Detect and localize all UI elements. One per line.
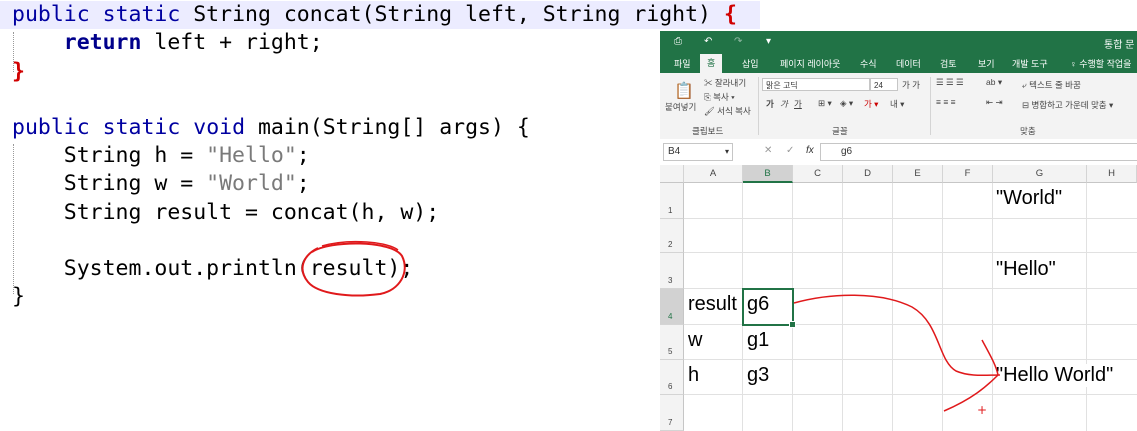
code-line-7: String w = "World"; [63,171,310,196]
row-header-6[interactable]: 6 [660,360,684,395]
save-icon[interactable]: ⎙ [674,36,682,47]
indent-icon[interactable]: ⇤ ⇥ [986,97,1003,108]
ribbon-tabs: 파일 홈 삽입 페이지 레이아웃 수식 데이터 검토 보기 개발 도구 ♀ 수행… [660,53,1137,73]
cell-a6[interactable]: h [688,364,699,387]
formula-bar: B4 ▾ ✕ ✓ fx g6 [660,139,1137,166]
row-header-3[interactable]: 3 [660,253,684,289]
excel-title-bar: ⎙ ↶ ↷ ▾ 통합 문 [660,31,1137,53]
column-header-a[interactable]: A [684,165,743,183]
copy-button[interactable]: ⎘ 복사 ▾ [704,91,735,103]
column-header-b[interactable]: B [743,165,793,183]
phonetic-icon[interactable]: 내 ▾ [890,98,904,110]
worksheet-grid[interactable]: A B C D E F G H 1 2 3 4 5 6 7 "World" "H… [660,165,1137,431]
italic-button[interactable]: 가 [780,98,788,110]
merge-center-button[interactable]: ⊟ 병합하고 가운데 맞춤 ▾ [1022,99,1113,111]
row-header-5[interactable]: 5 [660,325,684,360]
formula-enter-icon[interactable]: ✓ [786,145,794,156]
clipboard-group-label: 클립보드 [692,126,724,136]
orientation-icon[interactable]: ab ▾ [986,77,1002,88]
code-line-2: return left + right; [63,30,323,55]
row-header-4[interactable]: 4 [660,289,684,325]
column-header-e[interactable]: E [893,165,943,183]
ribbon-home: 📋 붙여넣기 ✂ 잘라내기 ⎘ 복사 ▾ 🖌 서식 복사 클립보드 맑은 고딕 … [660,73,1137,140]
tab-developer[interactable]: 개발 도구 [1012,57,1048,70]
undo-icon[interactable]: ↶ [704,36,712,47]
row-header-2[interactable]: 2 [660,219,684,253]
cell-a5[interactable]: w [688,329,702,352]
row-header-1[interactable]: 1 [660,183,684,219]
font-name-select[interactable]: 맑은 고딕 [762,78,870,91]
code-line-11: } [12,284,25,309]
column-header-f[interactable]: F [943,165,993,183]
code-line-6: String h = "Hello"; [63,143,310,168]
cut-button[interactable]: ✂ 잘라내기 [704,77,746,89]
paste-icon[interactable]: 📋 [674,81,694,101]
cell-b5[interactable]: g1 [747,329,769,352]
tab-insert[interactable]: 삽입 [742,57,759,70]
tab-page-layout[interactable]: 페이지 레이아웃 [780,57,840,70]
tab-formulas[interactable]: 수식 [860,57,877,70]
alignment-group-label: 맞춤 [1020,126,1036,136]
code-line-10: System.out.println(result); [63,256,414,281]
bold-button[interactable]: 가 [766,98,774,110]
tell-me-search[interactable]: ♀ 수행할 작업을 [1070,57,1131,70]
code-line-8: String result = concat(h, w); [63,200,440,225]
redo-icon[interactable]: ↷ [734,36,742,47]
excel-window: ⎙ ↶ ↷ ▾ 통합 문 파일 홈 삽입 페이지 레이아웃 수식 데이터 검토 … [660,31,1137,431]
font-color-icon[interactable]: 가 ▾ [864,98,878,110]
insert-function-icon[interactable]: fx [806,145,814,156]
tab-review[interactable]: 검토 [940,57,957,70]
grow-font-icon[interactable]: 가 가 [902,79,920,91]
name-box[interactable]: B4 ▾ [663,143,733,161]
wrap-text-button[interactable]: ⤶ 텍스트 줄 바꿈 [1022,79,1081,91]
formula-cancel-icon[interactable]: ✕ [764,145,772,156]
align-left-icon[interactable]: ≡ ≡ ≡ [936,97,956,107]
svg-text:+: + [977,403,987,417]
format-painter-button[interactable]: 🖌 서식 복사 [704,105,751,117]
fill-color-icon[interactable]: ◈ ▾ [840,98,853,109]
cell-g3[interactable]: "Hello" [996,258,1056,281]
row-header-7[interactable]: 7 [660,395,684,431]
column-header-h[interactable]: H [1087,165,1137,183]
tab-home[interactable]: 홈 [700,54,723,73]
code-line-3: } [12,59,25,84]
underline-button[interactable]: 가 [794,98,802,110]
cell-b6[interactable]: g3 [747,364,769,387]
tab-data[interactable]: 데이터 [896,57,921,70]
code-line-1: public static String concat(String left,… [0,1,760,29]
column-header-c[interactable]: C [793,165,843,183]
select-all-corner[interactable] [660,165,684,183]
paste-button[interactable]: 붙여넣기 [665,101,696,113]
column-header-d[interactable]: D [843,165,893,183]
active-cell-b4[interactable] [742,288,796,328]
code-line-5: public static void main(String[] args) { [12,115,530,140]
font-group-label: 글꼴 [832,126,848,136]
align-top-icon[interactable]: ☰ ☰ ☰ [936,77,964,88]
cell-a4[interactable]: result [688,293,737,316]
workbook-title: 통합 문 [1104,40,1135,51]
cell-g1[interactable]: "World" [996,187,1062,210]
code-editor[interactable]: public static String concat(String left,… [0,0,760,431]
font-size-select[interactable]: 24 [870,78,898,91]
tab-file[interactable]: 파일 [674,57,691,70]
border-icon[interactable]: ⊞ ▾ [818,98,832,109]
customize-qat-icon[interactable]: ▾ [766,36,771,47]
formula-input[interactable]: g6 [820,143,1137,161]
tab-view[interactable]: 보기 [978,57,995,70]
column-header-g[interactable]: G [993,165,1087,183]
cell-g6[interactable]: "Hello World" [996,364,1117,387]
